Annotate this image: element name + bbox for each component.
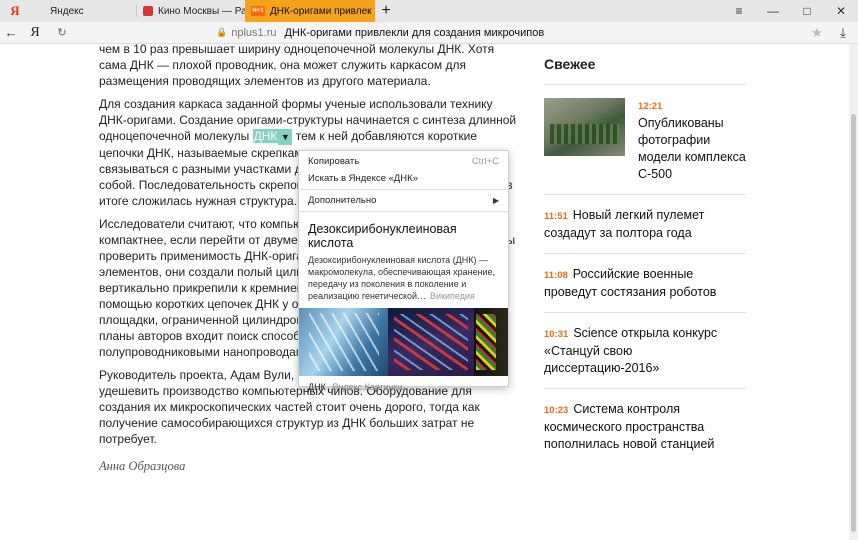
tab-yandex[interactable]: Яндекс	[30, 0, 136, 22]
news-time: 10:31	[544, 329, 569, 340]
tab-kino[interactable]: Кино Москвы — Расписан	[137, 0, 245, 22]
menu-item-label: Копировать	[308, 156, 360, 167]
submenu-arrow-icon: ▶	[492, 196, 499, 205]
menu-item-label: Дополнительно	[308, 195, 377, 206]
dna-image-result[interactable]	[299, 308, 388, 376]
tab-label: ДНК-оригами привлек	[270, 5, 372, 17]
browser-logo[interactable]: Я	[0, 0, 30, 22]
menu-icon[interactable]: ≡	[722, 0, 756, 22]
news-time: 12:21	[638, 101, 663, 112]
dna-image-result[interactable]	[474, 308, 508, 376]
news-item[interactable]: 12:21 Опубликованы фотографии модели ком…	[544, 85, 746, 195]
news-headline[interactable]: Science открыла конкурс «Станцуй свою ди…	[544, 326, 717, 375]
window-controls: ≡ — □ ✕	[722, 0, 858, 22]
definition-source[interactable]: Википедия	[430, 291, 475, 301]
menu-divider	[299, 189, 508, 190]
page-scrollbar[interactable]	[849, 44, 858, 540]
definition-title[interactable]: Дезоксирибонуклеиновая кислота	[299, 214, 508, 254]
news-text-block: 12:21 Опубликованы фотографии модели ком…	[638, 98, 746, 183]
tab-label: Кино Москвы — Расписан	[158, 5, 245, 17]
selected-text[interactable]: ДНК	[252, 129, 279, 143]
news-item[interactable]: 11:08 Российские военные проведут состяза…	[544, 254, 746, 313]
news-headline[interactable]: Опубликованы фотографии модели комплекса…	[638, 115, 746, 183]
image-query: ДНК	[308, 382, 326, 392]
url-domain: nplus1.ru	[231, 26, 277, 39]
definition-body: Дезоксирибонуклеиновая кислота (ДНК) — м…	[299, 254, 508, 302]
image-results-caption[interactable]: ДНК Яндекс.Картинки	[299, 376, 508, 398]
yandex-button[interactable]: Я	[22, 25, 48, 41]
close-button[interactable]: ✕	[824, 0, 858, 22]
tab-dna-origami[interactable]: N+1 ДНК-оригами привлек	[245, 0, 375, 22]
news-headline[interactable]: Система контроля космического пространст…	[544, 402, 714, 451]
kino-favicon-icon	[143, 6, 153, 16]
menu-item-shortcut: Ctrl+C	[471, 156, 499, 167]
article-paragraph: чем в 10 раз превышает ширину одноцепоче…	[99, 44, 495, 88]
bookmark-star-icon[interactable]: ★	[806, 25, 828, 41]
news-item[interactable]: 10:23 Система контроля космического прост…	[544, 389, 746, 464]
lock-icon: 🔒	[216, 27, 228, 37]
url-field[interactable]: 🔒 nplus1.ru ДНК-оригами привлекли для со…	[76, 27, 806, 39]
menu-item-label: Искать в Яндексе «ДНК»	[308, 173, 418, 184]
news-time: 11:51	[544, 211, 568, 222]
reload-icon[interactable]: ↻	[48, 26, 76, 39]
news-headline[interactable]: Новый легкий пулемет создадут за полтора…	[544, 208, 704, 240]
tab-strip: Я Яндекс Кино Москвы — Расписан N+1 ДНК-…	[0, 0, 858, 22]
tab-label: Яндекс	[50, 5, 84, 17]
news-time: 11:08	[544, 270, 568, 281]
news-item[interactable]: 11:51 Новый легкий пулемет создадут за по…	[544, 195, 746, 254]
selection-menu-arrow-icon[interactable]: ▼	[278, 129, 293, 145]
address-bar: ← Я ↻ 🔒 nplus1.ru ДНК-оригами привлекли …	[0, 22, 858, 44]
menu-item-search-yandex[interactable]: Искать в Яндексе «ДНК»	[299, 170, 508, 187]
dna-image-result[interactable]	[388, 308, 474, 376]
news-item[interactable]: 10:31 Science открыла конкурс «Станцуй св…	[544, 313, 746, 389]
news-time: 10:23	[544, 405, 569, 416]
new-tab-button[interactable]: +	[375, 0, 397, 22]
download-icon[interactable]: ⤓	[828, 25, 858, 41]
fresh-news-sidebar: Свежее 12:21 Опубликованы фотографии мод…	[544, 44, 746, 464]
maximize-button[interactable]: □	[790, 0, 824, 22]
news-thumbnail[interactable]	[544, 98, 625, 156]
menu-item-copy[interactable]: Копировать Ctrl+C	[299, 153, 508, 170]
scrollbar-thumb[interactable]	[851, 114, 856, 532]
image-source: Яндекс.Картинки	[331, 382, 403, 392]
image-results	[299, 308, 508, 376]
menu-divider	[299, 211, 508, 212]
back-arrow-icon[interactable]: ←	[0, 25, 22, 40]
context-menu: Копировать Ctrl+C Искать в Яндексе «ДНК»…	[298, 150, 509, 392]
news-headline[interactable]: Российские военные проведут состязания р…	[544, 267, 716, 299]
minimize-button[interactable]: —	[756, 0, 790, 22]
nplus1-favicon-icon: N+1	[251, 6, 265, 16]
sidebar-heading: Свежее	[544, 56, 746, 85]
article-author[interactable]: Анна Образцова	[99, 458, 519, 474]
url-page-title: ДНК-оригами привлекли для создания микро…	[284, 26, 545, 39]
menu-item-more[interactable]: Дополнительно ▶	[299, 192, 508, 209]
